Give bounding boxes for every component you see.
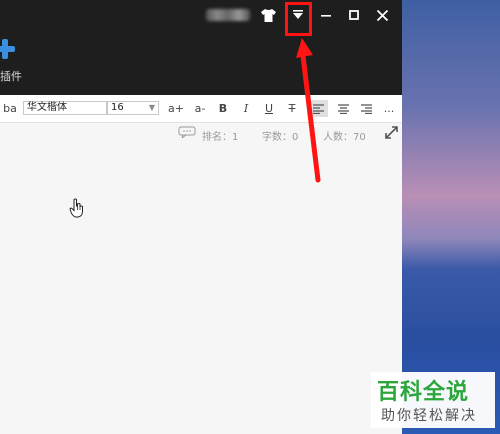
red-arrow-annotation	[296, 38, 321, 183]
watermark-subtitle: 助你轻松解决	[381, 408, 477, 424]
watermark-title: 百科全说	[377, 380, 470, 405]
watermark-logo: 百科全说 助你轻松解决	[371, 372, 495, 428]
